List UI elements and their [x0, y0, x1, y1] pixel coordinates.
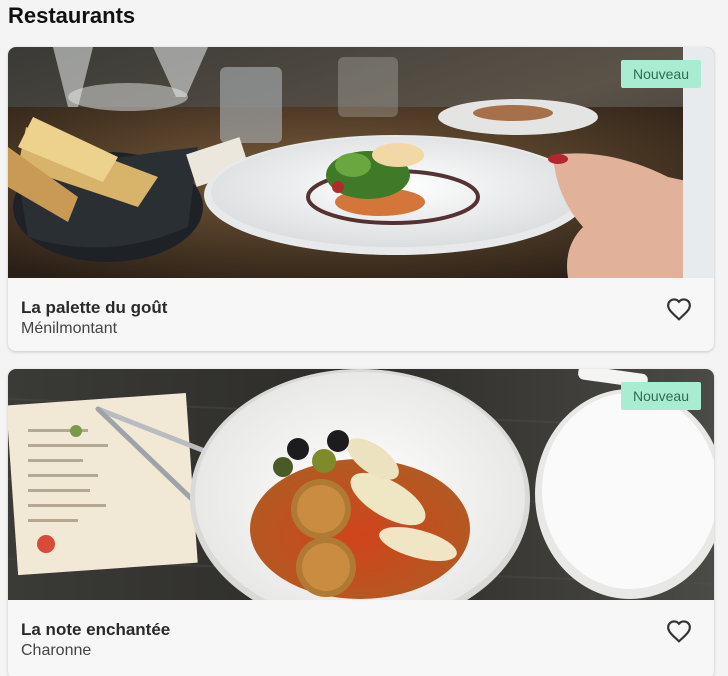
restaurant-name: La palette du goût [21, 298, 168, 317]
restaurant-info: La palette du goût Ménilmontant [8, 278, 714, 351]
restaurant-location: Charonne [21, 642, 92, 659]
restaurant-card[interactable]: Nouveau La palette du goût Ménilmontant [8, 47, 714, 351]
restaurant-location: Ménilmontant [21, 320, 118, 337]
new-badge: Nouveau [620, 382, 701, 410]
restaurant-name: La note enchantée [21, 620, 171, 639]
page-title: Restaurants [8, 3, 136, 28]
restaurant-card[interactable]: Nouveau La note enchantée Charonne [8, 369, 714, 676]
dish-photo-image [8, 47, 714, 278]
restaurants-page: Restaurants Nouveau La palette du goût M… [0, 0, 728, 676]
dish-photo-image [8, 369, 714, 600]
restaurant-photo[interactable]: Nouveau [8, 369, 714, 600]
heart-outline-icon [667, 620, 691, 643]
favorite-button[interactable] [666, 619, 692, 643]
restaurant-photo[interactable]: Nouveau [8, 47, 714, 278]
heart-outline-icon [667, 298, 691, 321]
favorite-button[interactable] [666, 297, 692, 321]
restaurant-info: La note enchantée Charonne [8, 600, 714, 673]
new-badge: Nouveau [620, 60, 701, 88]
